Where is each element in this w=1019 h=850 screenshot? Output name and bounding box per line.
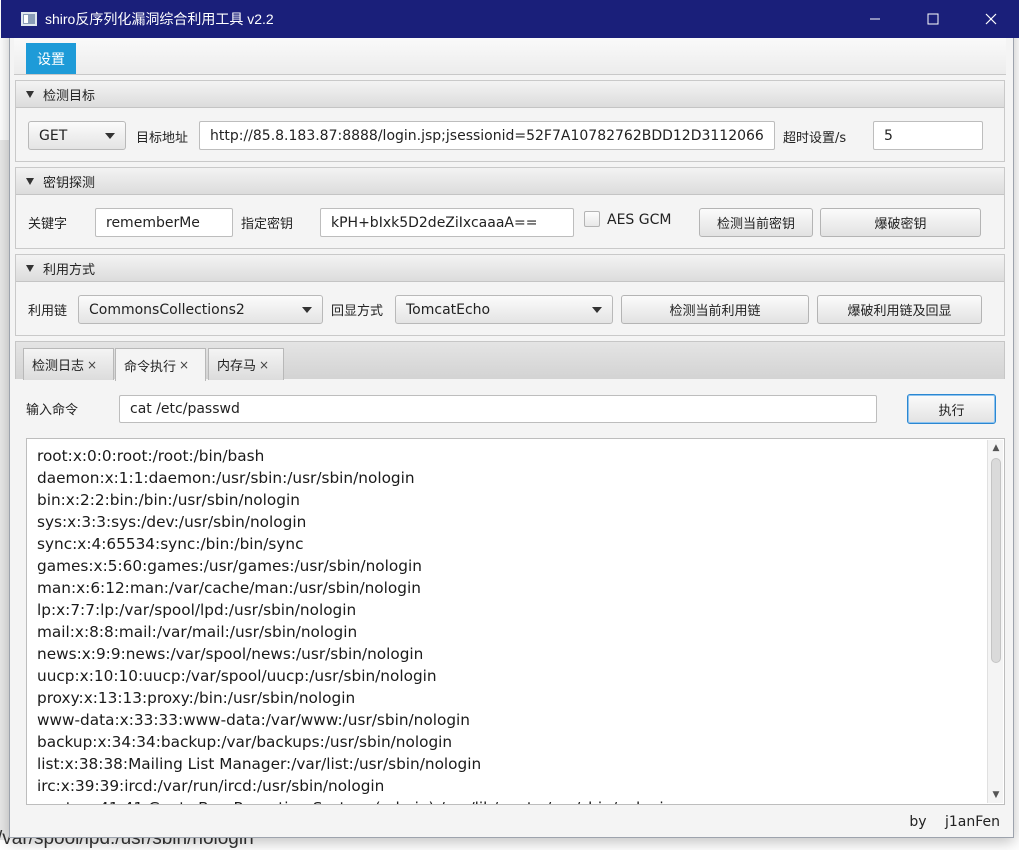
settings-menu[interactable]: 设置	[26, 43, 76, 74]
minimize-icon	[870, 18, 880, 20]
execute-button[interactable]: 执行	[907, 394, 996, 424]
key-panel-header[interactable]: 密钥探测	[16, 168, 1004, 195]
chain-label: 利用链	[28, 304, 68, 319]
scroll-down-icon[interactable]: ▼	[988, 787, 1004, 803]
url-label: 目标地址	[136, 131, 189, 146]
exploit-panel-title: 利用方式	[43, 262, 96, 278]
scroll-thumb[interactable]	[991, 458, 1001, 663]
tab-memory-shell[interactable]: 内存马 ×	[208, 348, 284, 380]
keyword-label: 关键字	[28, 217, 68, 232]
url-input[interactable]: http://85.8.183.87:8888/login.jsp;jsessi…	[199, 121, 775, 150]
brute-key-button[interactable]: 爆破密钥	[820, 208, 981, 237]
tab-bar: 检测日志 × 命令执行 × 内存马 ×	[15, 341, 1005, 381]
tab-close-icon[interactable]: ×	[179, 358, 189, 372]
exploit-panel-header[interactable]: 利用方式	[16, 255, 1004, 282]
key-input[interactable]: kPH+bIxk5D2deZiIxcaaaA==	[320, 208, 574, 237]
check-key-button[interactable]: 检测当前密钥	[699, 208, 813, 237]
menu-bar: 设置	[14, 38, 1006, 75]
output-scrollbar[interactable]: ▲ ▼	[987, 440, 1003, 803]
minimize-button[interactable]	[846, 0, 904, 38]
check-chain-button[interactable]: 检测当前利用链	[621, 295, 809, 324]
method-select[interactable]: GET	[28, 121, 126, 150]
target-panel: 检测目标 GET 目标地址 http://85.8.183.87:8888/lo…	[15, 80, 1005, 162]
close-icon	[985, 13, 997, 25]
dropdown-arrow-icon	[592, 307, 602, 313]
footer-by: by	[909, 814, 927, 830]
window-title: shiro反序列化漏洞综合利用工具 v2.2	[45, 11, 274, 27]
aes-gcm-label: AES GCM	[607, 212, 672, 228]
collapse-triangle-icon	[26, 177, 34, 185]
brute-chain-button[interactable]: 爆破利用链及回显	[817, 295, 982, 324]
chain-select[interactable]: CommonsCollections2	[78, 295, 323, 324]
dropdown-arrow-icon	[302, 307, 312, 313]
target-panel-header[interactable]: 检测目标	[16, 81, 1004, 108]
echo-value: TomcatEcho	[406, 301, 491, 318]
dropdown-arrow-icon	[105, 133, 115, 139]
footer-author: j1anFen	[944, 814, 1000, 830]
maximize-icon	[927, 13, 939, 25]
output-text: root:x:0:0:root:/root:/bin/bash daemon:x…	[37, 447, 673, 804]
tab-close-icon[interactable]: ×	[87, 358, 97, 372]
exploit-panel: 利用方式 利用链 CommonsCollections2 回显方式 Tomcat…	[15, 254, 1005, 336]
target-panel-title: 检测目标	[43, 88, 96, 104]
collapse-triangle-icon	[26, 90, 34, 98]
chain-value: CommonsCollections2	[89, 301, 245, 318]
key-panel: 密钥探测 关键字 rememberMe 指定密钥 kPH+bIxk5D2deZi…	[15, 167, 1005, 249]
command-label: 输入命令	[26, 403, 79, 418]
echo-label: 回显方式	[331, 304, 384, 319]
background-window-edge	[0, 140, 9, 840]
keyword-input[interactable]: rememberMe	[95, 208, 233, 237]
close-button[interactable]	[962, 0, 1019, 38]
maximize-button[interactable]	[904, 0, 962, 38]
aes-gcm-checkbox[interactable]	[584, 211, 600, 227]
key-panel-title: 密钥探测	[43, 175, 96, 191]
collapse-triangle-icon	[26, 264, 34, 272]
tab-command-exec[interactable]: 命令执行 ×	[115, 348, 206, 381]
scroll-up-icon[interactable]: ▲	[988, 440, 1004, 456]
tab-detection-log[interactable]: 检测日志 ×	[23, 348, 114, 380]
key-label: 指定密钥	[241, 217, 294, 232]
app-window: shiro反序列化漏洞综合利用工具 v2.2 设置 检测目标 GET 目标地址 …	[1, 0, 1019, 838]
timeout-input[interactable]: 5	[873, 121, 983, 150]
app-icon	[21, 12, 37, 26]
command-input[interactable]: cat /etc/passwd	[119, 395, 877, 423]
tab-label: 检测日志	[32, 359, 85, 374]
tab-label: 内存马	[217, 359, 257, 374]
tab-label: 命令执行	[124, 359, 177, 375]
tab-close-icon[interactable]: ×	[259, 358, 269, 372]
method-value: GET	[39, 127, 68, 144]
timeout-label: 超时设置/s	[783, 131, 847, 146]
title-bar: shiro反序列化漏洞综合利用工具 v2.2	[1, 0, 1019, 38]
echo-select[interactable]: TomcatEcho	[395, 295, 613, 324]
footer-credit: by j1anFen	[909, 814, 1000, 830]
command-output[interactable]: root:x:0:0:root:/root:/bin/bash daemon:x…	[26, 438, 1005, 805]
